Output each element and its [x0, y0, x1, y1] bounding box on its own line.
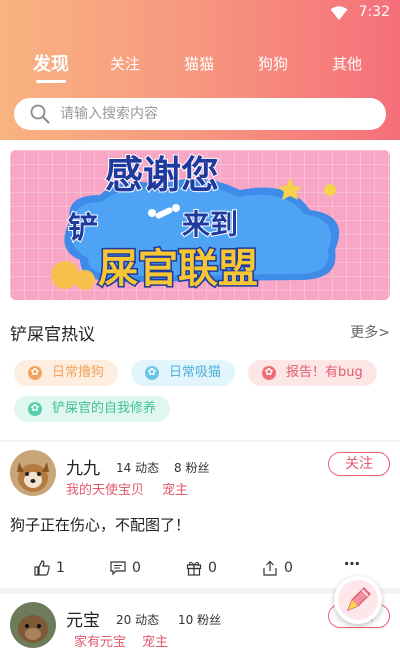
active-tab-indicator: [36, 80, 66, 83]
fans-stat: 8 粉丝: [174, 459, 209, 476]
avatar[interactable]: [10, 450, 56, 496]
role-label: 宠主: [142, 635, 169, 650]
tag-label: 报告！有bug: [286, 365, 363, 380]
dynamics-count: 14: [116, 461, 132, 475]
tag-daily-dog[interactable]: ✿ 日常撸狗: [14, 360, 119, 386]
fans-label: 粉丝: [197, 613, 222, 627]
banner-line3: 屎官联盟: [98, 246, 258, 292]
flower-icon: ✿: [28, 402, 42, 416]
pet-name: 我的天使宝贝: [66, 483, 145, 498]
share-button[interactable]: 0: [262, 558, 302, 578]
status-time: 7:32: [358, 4, 390, 20]
gift-button[interactable]: 0: [186, 558, 226, 578]
flower-icon: ✿: [28, 366, 42, 380]
username[interactable]: 元宝: [66, 606, 100, 631]
tag-self-improvement[interactable]: ✿ 铲屎官的自我修养: [14, 396, 171, 422]
tag-bug-report[interactable]: ✿ 报告！有bug: [248, 360, 377, 386]
compose-button[interactable]: [334, 576, 382, 624]
tab-following[interactable]: 关注: [95, 53, 155, 74]
role-label: 宠主: [162, 483, 189, 498]
tab-discover[interactable]: 发现: [21, 50, 81, 76]
wifi-icon: [330, 6, 348, 20]
search-input[interactable]: [60, 98, 370, 130]
tab-cats[interactable]: 猫猫: [169, 53, 229, 74]
category-tabs: 发现 关注 猫猫 狗狗 其他: [0, 50, 400, 83]
discover-content: 感谢您 铲 来到 屎官联盟 铲屎官热议 更多> ✿ 日常撸狗 ✿ 日常吸猫 ✿ …: [0, 140, 400, 440]
fans-stat: 10 粉丝: [178, 611, 221, 628]
share-count: 0: [284, 560, 293, 576]
tag-label: 日常撸狗: [52, 365, 105, 380]
thumbs-up-icon: [34, 560, 50, 576]
flower-icon: ✿: [262, 366, 276, 380]
comment-button[interactable]: 0: [110, 558, 150, 578]
tag-daily-cat[interactable]: ✿ 日常吸猫: [131, 360, 236, 386]
follow-button[interactable]: 关注: [328, 452, 390, 476]
status-bar: 7:32: [0, 0, 400, 26]
gift-count: 0: [208, 560, 217, 576]
fans-count: 8: [174, 461, 182, 475]
username[interactable]: 九九: [66, 454, 100, 479]
search-bar[interactable]: [14, 98, 386, 130]
tag-label: 铲屎官的自我修养: [52, 401, 157, 416]
tag-label: 日常吸猫: [169, 365, 222, 380]
promo-banner[interactable]: 感谢您 铲 来到 屎官联盟: [10, 150, 390, 300]
post-text: 狗子正在伤心，不配图了！: [10, 516, 191, 534]
dynamics-label: 动态: [135, 461, 160, 475]
banner-line2b: 来到: [182, 208, 238, 241]
tab-other[interactable]: 其他: [317, 53, 377, 74]
banner-line1: 感谢您: [105, 153, 219, 197]
dynamics-stat: 20 动态: [116, 611, 159, 628]
more-link[interactable]: 更多>: [350, 322, 390, 342]
search-icon: [30, 104, 50, 124]
pencil-icon: [338, 580, 378, 620]
fans-label: 粉丝: [185, 461, 210, 475]
gift-icon: [186, 561, 202, 576]
dynamics-count: 20: [116, 613, 132, 627]
banner-artwork: 感谢您 铲 来到 屎官联盟: [51, 152, 340, 294]
dynamics-label: 动态: [135, 613, 160, 627]
tab-dogs[interactable]: 狗狗: [243, 53, 303, 74]
hot-topics-title: 铲屎官热议: [10, 325, 95, 345]
like-button[interactable]: 1: [34, 558, 74, 578]
avatar[interactable]: [10, 602, 56, 648]
comment-count: 0: [132, 560, 141, 576]
more-options-button[interactable]: ⋯: [344, 554, 364, 574]
dynamics-stat: 14 动态: [116, 459, 159, 476]
comment-icon: [110, 561, 126, 576]
post-card[interactable]: 九九 14 动态 8 粉丝 我的天使宝贝 宠主 关注 狗子正在伤心，不配图了！ …: [0, 442, 400, 588]
banner-line2a: 铲: [68, 211, 98, 246]
pet-name: 家有元宝: [74, 635, 127, 650]
flower-icon: ✿: [145, 366, 159, 380]
share-icon: [263, 560, 277, 576]
like-count: 1: [56, 560, 65, 576]
fans-count: 10: [178, 613, 194, 627]
header: 7:32 发现 关注 猫猫 狗狗 其他: [0, 0, 400, 140]
